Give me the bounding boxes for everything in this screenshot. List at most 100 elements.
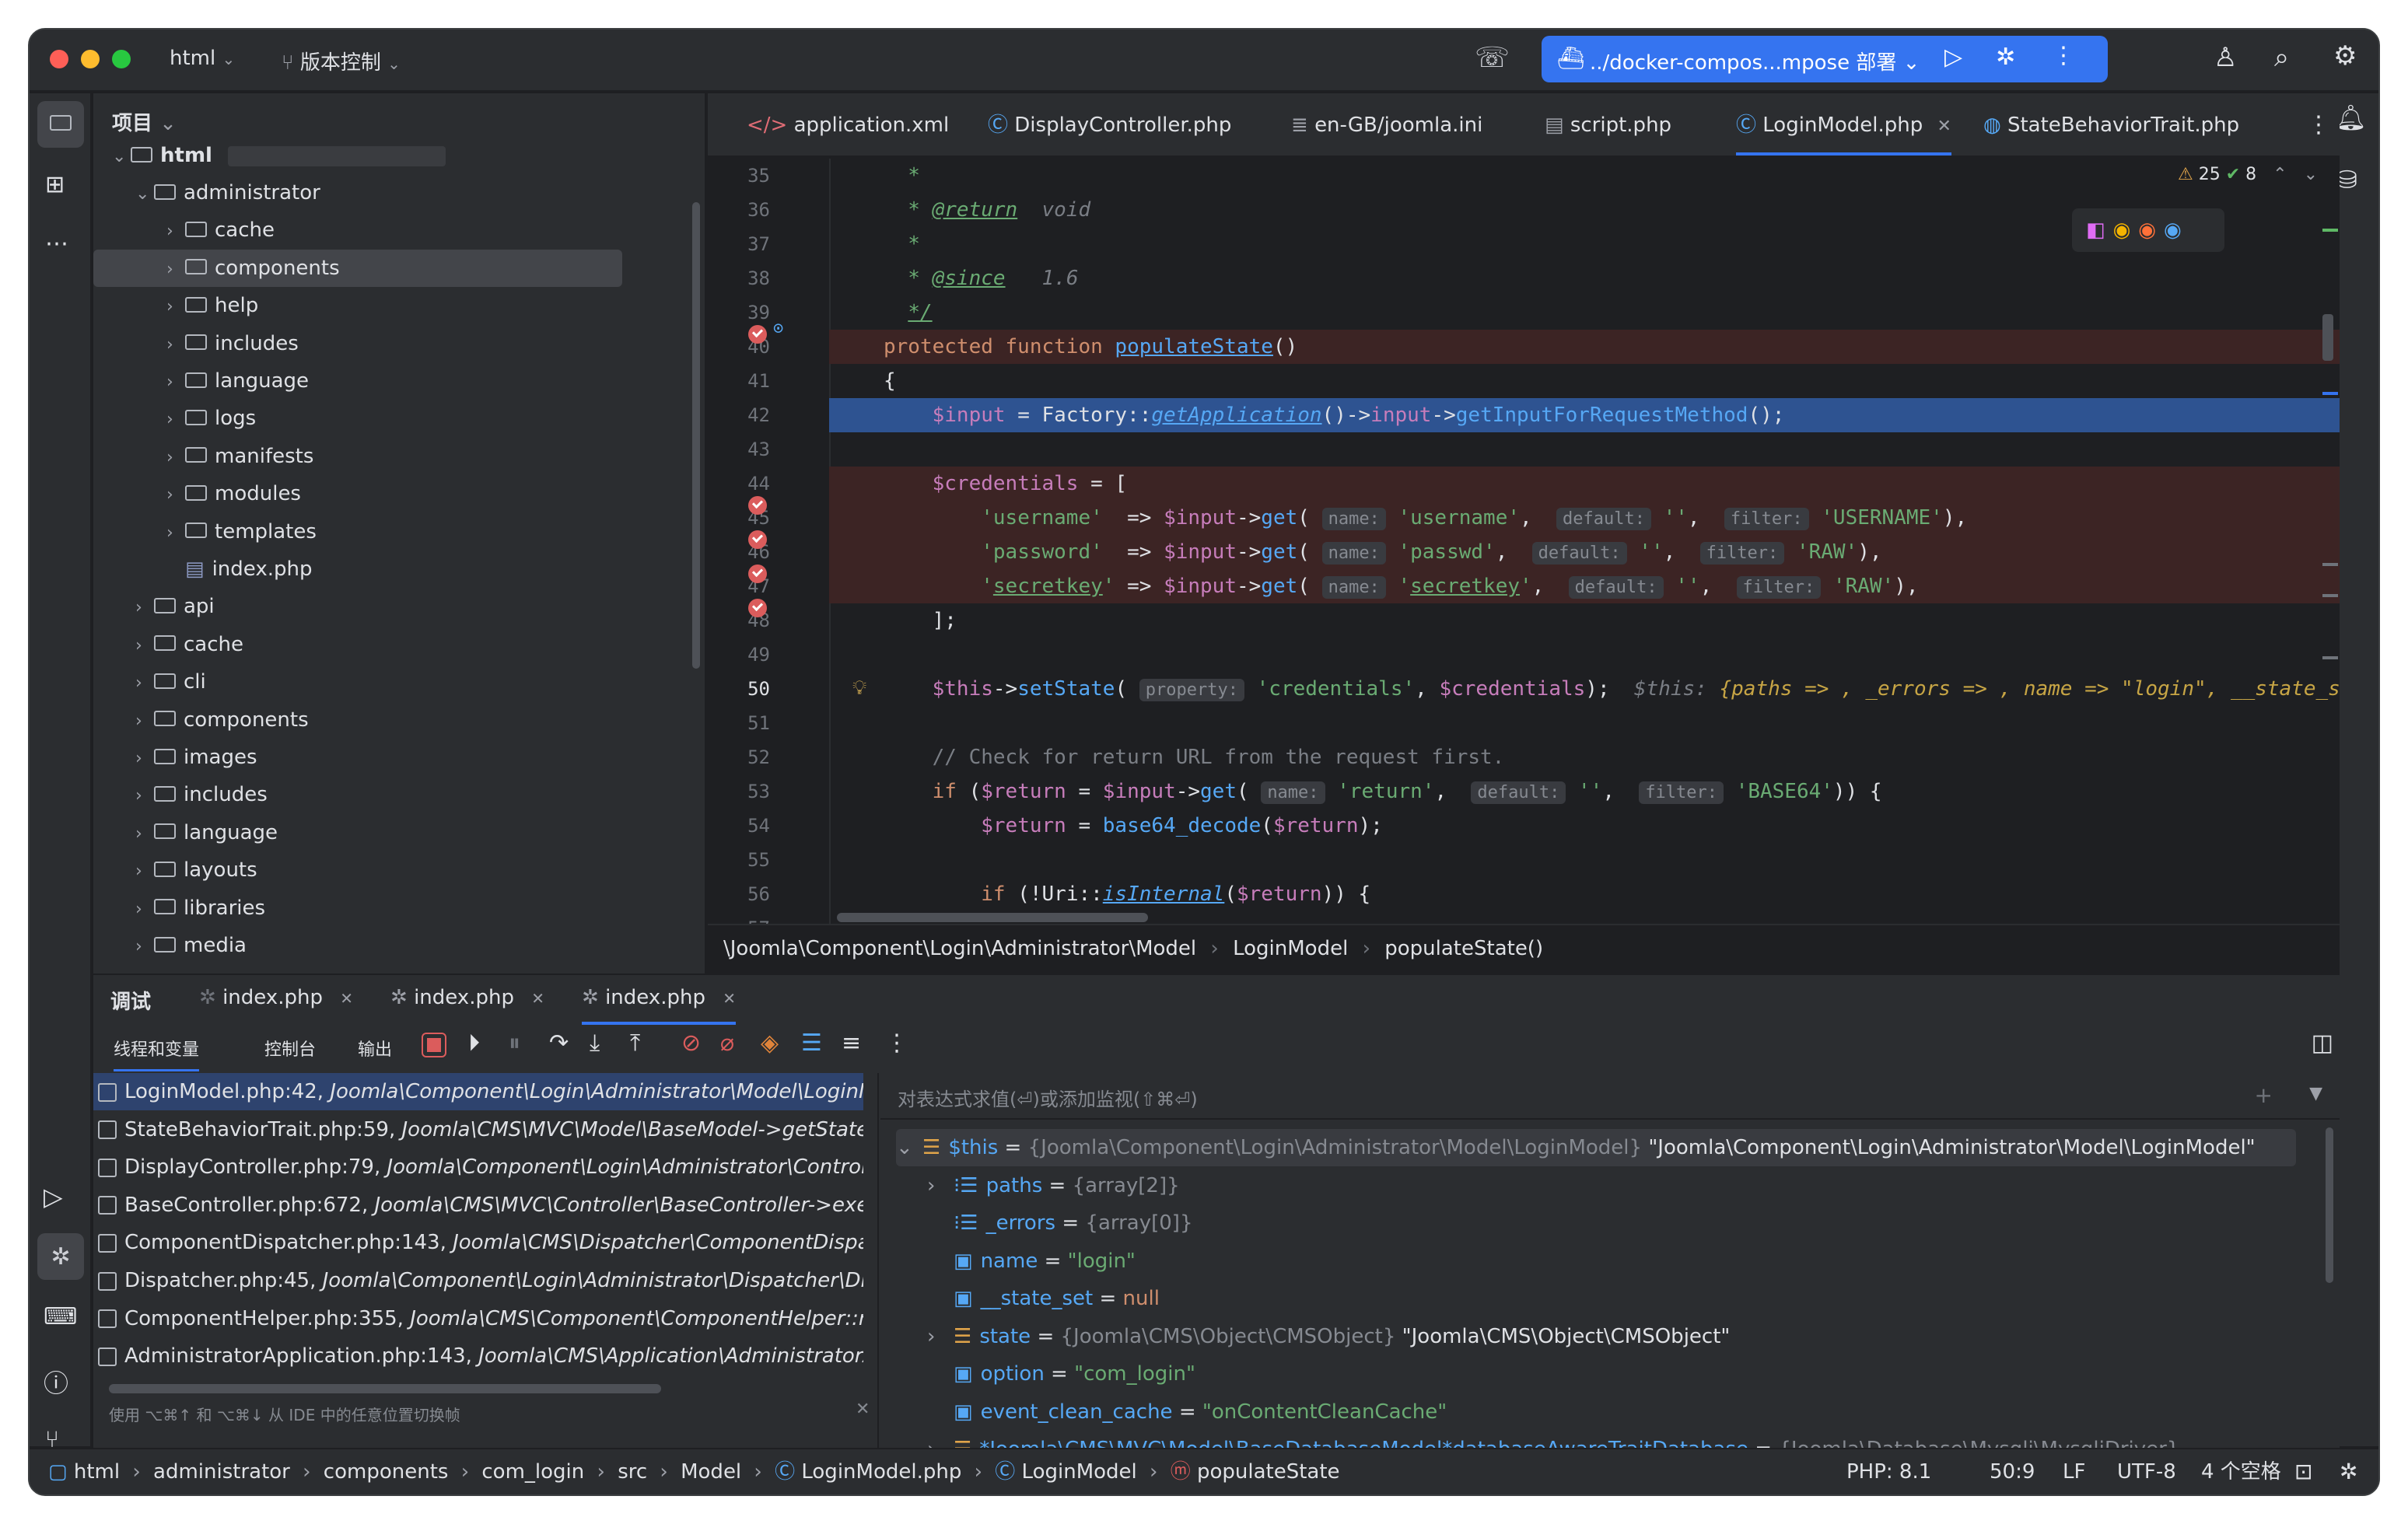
- code-view[interactable]: * * @return void * * @since 1.6 */ prote…: [829, 159, 2340, 924]
- history-dropdown-icon[interactable]: ▼: [2309, 1084, 2322, 1103]
- more-tools-icon[interactable]: ⋯: [45, 230, 68, 257]
- lightbulb-icon[interactable]: 💡︎: [852, 676, 866, 701]
- tree-item[interactable]: › cli: [135, 663, 206, 701]
- variable-row[interactable]: ▣ option = "com_login": [927, 1355, 1195, 1393]
- exception-breakpoint-icon[interactable]: ◈: [761, 1029, 779, 1057]
- tree-item[interactable]: › logs: [166, 400, 256, 437]
- mute-breakpoints-icon[interactable]: ⌀: [720, 1029, 734, 1057]
- line-separator[interactable]: LF: [2063, 1449, 2085, 1494]
- tab-script-php[interactable]: ▤ script.php: [1545, 93, 1671, 157]
- breadcrumb-method[interactable]: populateState(): [1384, 937, 1543, 960]
- debug-status-icon[interactable]: ✲: [2340, 1449, 2357, 1494]
- nav-path-item[interactable]: html: [74, 1460, 120, 1484]
- chevron-right-icon[interactable]: ›: [135, 891, 154, 928]
- database-icon[interactable]: ⛁: [2336, 165, 2357, 194]
- tree-item[interactable]: ▤ index.php: [166, 551, 312, 588]
- tabs-more-icon[interactable]: ⋮: [2307, 93, 2330, 157]
- step-out-icon[interactable]: ⤒: [630, 1029, 640, 1057]
- tree-item[interactable]: › layouts: [135, 851, 257, 889]
- stop-icon[interactable]: [422, 1033, 446, 1057]
- close-window-button[interactable]: [50, 50, 68, 68]
- notifications-bell-icon[interactable]: 🔔︎: [2335, 103, 2367, 132]
- zoom-window-button[interactable]: [112, 50, 131, 68]
- stack-frame[interactable]: Dispatcher.php:45, Joomla\Component\Logi…: [93, 1262, 863, 1299]
- tree-item[interactable]: › libraries: [135, 890, 265, 927]
- chevron-right-icon[interactable]: ›: [166, 288, 185, 326]
- horizontal-scrollbar[interactable]: [837, 913, 1148, 922]
- tree-item[interactable]: › templates: [166, 513, 317, 551]
- nav-path-item[interactable]: LoginModel.php: [801, 1460, 961, 1484]
- close-hint-icon[interactable]: ✕: [856, 1400, 870, 1419]
- chevron-right-icon[interactable]: ›: [135, 740, 154, 778]
- structure-icon[interactable]: ⊞: [45, 171, 65, 198]
- breadcrumb-class[interactable]: LoginModel: [1233, 937, 1348, 960]
- close-tab-icon[interactable]: ✕: [340, 989, 353, 1008]
- debug-icon[interactable]: ✲: [1996, 44, 2015, 71]
- project-folder-icon[interactable]: [37, 101, 84, 148]
- tab-joomla-ini[interactable]: ≣ en-GB/joomla.ini: [1291, 93, 1482, 157]
- breadcrumb-namespace[interactable]: \Joomla\Component\Login\Administrator\Mo…: [723, 937, 1196, 960]
- tree-item[interactable]: › language: [166, 362, 309, 400]
- tab-displaycontroller[interactable]: Ⓒ DisplayController.php: [988, 93, 1231, 157]
- chevron-right-icon[interactable]: ›: [135, 665, 154, 702]
- tree-item[interactable]: ⌄ administrator: [135, 174, 320, 211]
- close-tab-icon[interactable]: ✕: [531, 989, 544, 1008]
- layout-icon[interactable]: ◫: [2312, 1029, 2333, 1057]
- chevron-down-icon[interactable]: ⌄: [135, 176, 154, 213]
- add-user-icon[interactable]: ♙: [2214, 42, 2237, 73]
- tree-root[interactable]: ⌄ html: [112, 137, 446, 174]
- step-into-icon[interactable]: ⤓: [590, 1029, 600, 1057]
- nav-path-item[interactable]: LoginModel: [1022, 1460, 1137, 1484]
- stack-frame[interactable]: LoginModel.php:42, Joomla\Component\Logi…: [93, 1073, 863, 1110]
- nav-path-item[interactable]: administrator: [153, 1460, 290, 1484]
- tree-item[interactable]: › modules: [166, 475, 301, 512]
- session-tab[interactable]: ✲ index.php ✕: [390, 986, 544, 1009]
- chevron-right-icon[interactable]: ›: [135, 778, 154, 815]
- search-icon[interactable]: ⌕: [2274, 42, 2289, 73]
- nav-path-item[interactable]: Model: [681, 1460, 741, 1484]
- variable-row[interactable]: ⌄ ☰ $this = {Joomla\Component\Login\Admini…: [896, 1129, 2296, 1166]
- chevron-right-icon[interactable]: ›: [166, 477, 185, 514]
- services-icon[interactable]: ▷: [44, 1182, 63, 1211]
- frames-scrollbar[interactable]: [109, 1384, 661, 1393]
- breakpoint-icon[interactable]: [748, 496, 767, 515]
- chevron-right-icon[interactable]: ›: [135, 589, 154, 627]
- evaluate-icon[interactable]: ≡: [842, 1029, 861, 1057]
- resume-icon[interactable]: ⏵: [468, 1029, 480, 1057]
- tree-item[interactable]: › includes: [166, 325, 299, 362]
- minimize-window-button[interactable]: [81, 50, 100, 68]
- project-panel-title[interactable]: 项目 ⌄: [112, 107, 177, 136]
- chevron-right-icon[interactable]: ›: [927, 1318, 954, 1355]
- vcs-menu[interactable]: ⑂ 版本控制 ⌄: [282, 47, 401, 75]
- session-tab[interactable]: ✲ index.php ✕: [199, 986, 353, 1009]
- chevron-right-icon[interactable]: ›: [166, 364, 185, 401]
- add-watch-icon[interactable]: +: [2255, 1082, 2273, 1108]
- chevron-right-icon[interactable]: ›: [166, 327, 185, 364]
- stack-frame[interactable]: AdministratorApplication.php:143, Joomla…: [93, 1337, 863, 1375]
- view-breakpoints-icon[interactable]: ⊘: [681, 1029, 701, 1057]
- indent-setting[interactable]: 4 个空格: [2201, 1449, 2281, 1494]
- tree-item[interactable]: › components: [93, 249, 622, 288]
- tree-item[interactable]: › api: [135, 588, 215, 625]
- chevron-right-icon[interactable]: ›: [166, 251, 185, 288]
- variable-row[interactable]: › ⁝☰ paths = {array[2]}: [927, 1167, 1180, 1204]
- chevron-right-icon[interactable]: ›: [166, 439, 185, 477]
- debug-listen-icon[interactable]: ☏: [1475, 42, 1510, 74]
- nav-path-item[interactable]: components: [324, 1460, 449, 1484]
- debug-tool-icon[interactable]: ✲: [37, 1233, 84, 1280]
- settings-gear-icon[interactable]: ⚙: [2333, 40, 2357, 72]
- tree-item[interactable]: › help: [166, 287, 258, 324]
- file-encoding[interactable]: UTF-8: [2117, 1449, 2176, 1494]
- pause-icon[interactable]: ⏸: [509, 1029, 520, 1057]
- chevron-right-icon[interactable]: ›: [166, 515, 185, 552]
- step-over-icon[interactable]: ↷: [549, 1029, 569, 1057]
- stack-frame[interactable]: ComponentDispatcher.php:143, Joomla\CMS\…: [93, 1224, 863, 1261]
- chevron-right-icon[interactable]: ›: [135, 928, 154, 966]
- problems-icon[interactable]: ⓘ: [44, 1364, 68, 1400]
- tree-item[interactable]: › cache: [135, 626, 243, 663]
- tree-item[interactable]: › images: [135, 739, 257, 776]
- chevron-right-icon[interactable]: ›: [135, 627, 154, 665]
- nav-path-item[interactable]: populateState: [1197, 1460, 1340, 1484]
- tab-application-xml[interactable]: </> application.xml: [747, 93, 949, 157]
- override-icon[interactable]: ⊙: [773, 319, 783, 338]
